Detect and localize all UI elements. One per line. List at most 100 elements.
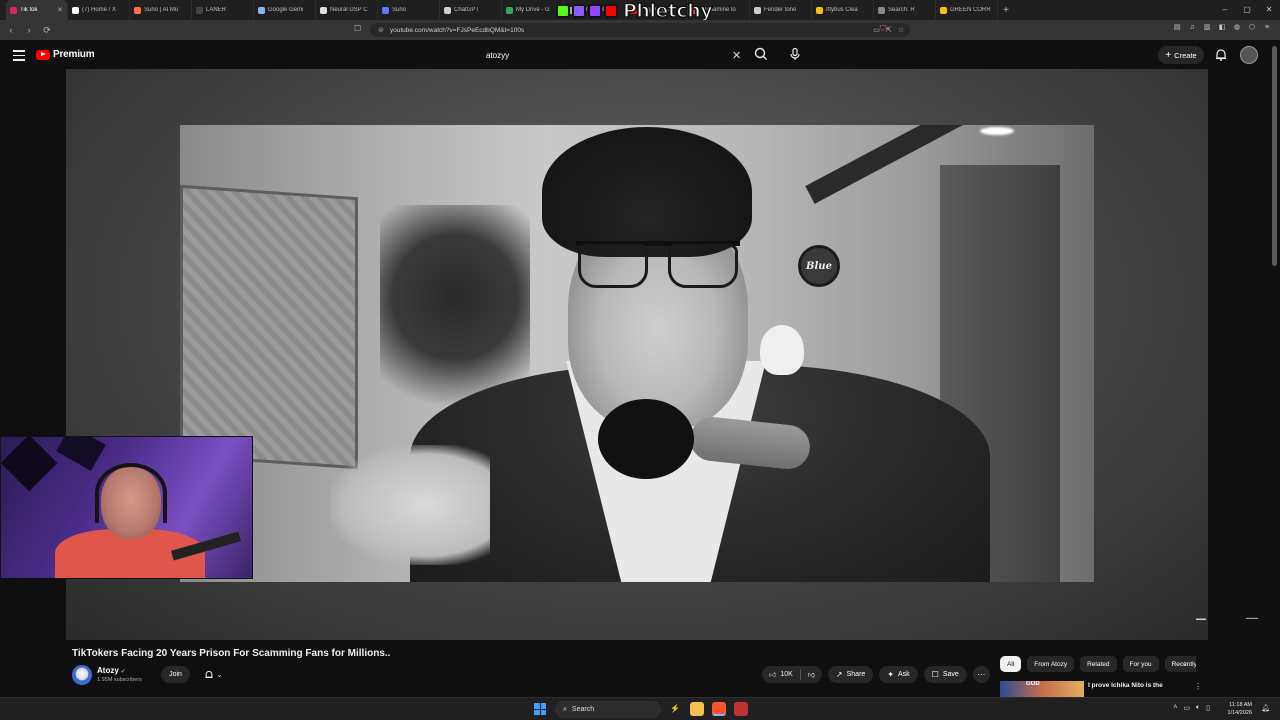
- save-button[interactable]: ☐ Save: [923, 666, 967, 683]
- battery-icon[interactable]: ▯: [1206, 704, 1210, 712]
- chip-from-atozy[interactable]: From Atozy: [1027, 656, 1075, 672]
- search-icon[interactable]: [752, 45, 770, 63]
- video-frame[interactable]: Blue: [180, 125, 1094, 582]
- brave-browser-icon[interactable]: [712, 702, 726, 716]
- chip-for-you[interactable]: For you: [1122, 656, 1159, 672]
- browser-tab[interactable]: (7) Home / X: [68, 0, 130, 20]
- kick-badge-icon: [556, 4, 570, 18]
- ask-label: Ask: [898, 671, 910, 678]
- sidebar-icon[interactable]: ▤: [1172, 23, 1182, 33]
- notifications-bell-icon[interactable]: [1214, 48, 1228, 62]
- browser-tab[interactable]: My Drive - G: [502, 0, 564, 20]
- chevron-up-icon[interactable]: ˄: [1173, 704, 1177, 712]
- site-info-icon[interactable]: ⊜: [378, 26, 384, 34]
- bell-icon: [204, 670, 213, 678]
- chip-all[interactable]: All: [1000, 656, 1022, 672]
- account-avatar[interactable]: [1240, 46, 1258, 64]
- tab-title: ChatGPT: [454, 7, 480, 13]
- notification-center-icon[interactable]: 🔔︎: [1261, 704, 1270, 712]
- subscription-bell-button[interactable]: ⌄: [195, 666, 231, 683]
- rewards-icon[interactable]: ⬡: [1247, 23, 1257, 33]
- file-explorer-icon[interactable]: [690, 702, 704, 716]
- browser-tab[interactable]: Suno: [378, 0, 440, 20]
- tab-title: Neural DSP C: [330, 7, 368, 13]
- browser-tab[interactable]: LANER: [192, 0, 254, 20]
- url-field[interactable]: ⊜ youtube.com/watch?v=FJsPeEcdbQM&t=100s…: [370, 23, 910, 37]
- taskbar-app-icon[interactable]: [734, 702, 748, 716]
- install-app-icon[interactable]: ▭: [873, 26, 880, 34]
- recommendation-title[interactable]: I prove Ichika Nito is the: [1088, 682, 1188, 689]
- ask-button[interactable]: ✦ Ask: [879, 666, 918, 683]
- like-count: 10K: [780, 671, 793, 678]
- minimize-button[interactable]: –: [1214, 0, 1236, 20]
- chip-recently-uploaded[interactable]: Recently uploaded: [1164, 656, 1196, 672]
- maximize-button[interactable]: ▢: [1236, 0, 1258, 20]
- browser-tab[interactable]: ChatGPT: [440, 0, 502, 20]
- browser-tab[interactable]: Fender tone: [750, 0, 812, 20]
- taskbar-app-icon[interactable]: ⚡: [668, 702, 682, 716]
- close-tab-icon[interactable]: ✕: [57, 6, 63, 14]
- channel-avatar[interactable]: [72, 665, 92, 685]
- vpn-icon[interactable]: ◍: [1232, 23, 1242, 33]
- create-button[interactable]: + Create: [1158, 46, 1204, 64]
- extensions-bar: ▤ ♫ ▥ ◧ ◍ ⬡ ≡: [1172, 23, 1272, 33]
- browser-tab[interactable]: Ittybus Clea: [812, 0, 874, 20]
- new-tab-button[interactable]: +: [998, 5, 1014, 16]
- page-scrollbar[interactable]: [1272, 46, 1277, 266]
- subscriber-count: 1.95M subscribers: [97, 677, 142, 683]
- save-icon: ☐: [931, 670, 939, 679]
- reload-icon[interactable]: ⟳: [40, 25, 54, 36]
- tab-favicon-icon: [196, 6, 203, 14]
- tab-title: Fender tone: [764, 7, 797, 13]
- share-button[interactable]: ↗ Share: [827, 666, 874, 683]
- chevron-right-icon[interactable]: ›: [1184, 658, 1187, 668]
- reading-list-icon[interactable]: ▥: [1202, 23, 1212, 33]
- taskbar-clock[interactable]: 11:18 AM 1/14/2026: [1228, 701, 1252, 717]
- recommendation-thumbnail[interactable]: GOD: [1000, 681, 1084, 697]
- mic-logo: Blue: [798, 245, 840, 287]
- chip-related[interactable]: Related: [1080, 656, 1117, 672]
- tab-title: Suno | AI Mu: [144, 7, 179, 13]
- network-icon[interactable]: ▭: [1183, 704, 1190, 712]
- browser-tab[interactable]: Search: R: [874, 0, 936, 20]
- channel-name-text[interactable]: Atozy: [97, 666, 119, 675]
- menu-icon[interactable]: ≡: [1262, 23, 1272, 33]
- stream-overlay-logo: Phletchy: [556, 0, 724, 23]
- brave-shields-icon[interactable]: ⛉: [880, 24, 886, 34]
- browser-tab[interactable]: Neural DSP C: [316, 0, 378, 20]
- browser-tab[interactable]: GREEN CORR: [936, 0, 998, 20]
- rubber-duck: [760, 325, 804, 375]
- taskbar-search[interactable]: ⌕ Search: [555, 701, 661, 718]
- dislike-button[interactable]: 👎︎: [801, 666, 822, 683]
- join-button[interactable]: Join: [161, 666, 190, 683]
- media-icon[interactable]: ♫: [1187, 23, 1197, 33]
- sparkle-icon: ✦: [887, 670, 894, 679]
- youtube-logo[interactable]: Premium: [36, 49, 95, 60]
- tab-title: Tik tok: [20, 7, 38, 13]
- more-actions-button[interactable]: ⋯: [972, 666, 990, 683]
- wallet-icon[interactable]: ◧: [1217, 23, 1227, 33]
- browser-tab[interactable]: Google Gemi: [254, 0, 316, 20]
- forward-icon[interactable]: ›: [22, 25, 36, 35]
- youtube-play-icon: [36, 49, 50, 60]
- clear-search-icon[interactable]: ✕: [732, 49, 741, 62]
- tab-title: Google Gemi: [268, 7, 304, 13]
- close-window-button[interactable]: ✕: [1258, 0, 1280, 20]
- volume-icon[interactable]: 🔈︎: [1196, 704, 1200, 712]
- bookmark-star-icon[interactable]: ☆: [898, 26, 904, 34]
- windows-start-icon[interactable]: [534, 703, 546, 715]
- back-icon[interactable]: ‹: [4, 25, 18, 35]
- thumbs-down-icon: 👎︎: [807, 672, 815, 679]
- browser-tab[interactable]: Suno | AI Mu: [130, 0, 192, 20]
- search-input[interactable]: [476, 44, 748, 66]
- like-button[interactable]: 👍︎ 10K: [762, 666, 800, 683]
- bookmark-icon[interactable]: ☐: [354, 24, 361, 33]
- more-vertical-icon[interactable]: ⋮: [1194, 682, 1202, 691]
- hamburger-menu-icon[interactable]: [13, 50, 25, 62]
- browser-tab[interactable]: Tik tok ✕: [6, 0, 68, 20]
- presenter-hand: [330, 445, 490, 565]
- plus-icon: +: [1165, 49, 1172, 61]
- channel-name[interactable]: Atozy ✓: [97, 666, 126, 675]
- share-page-icon[interactable]: ⇱: [886, 26, 892, 34]
- voice-search-icon[interactable]: [786, 45, 804, 63]
